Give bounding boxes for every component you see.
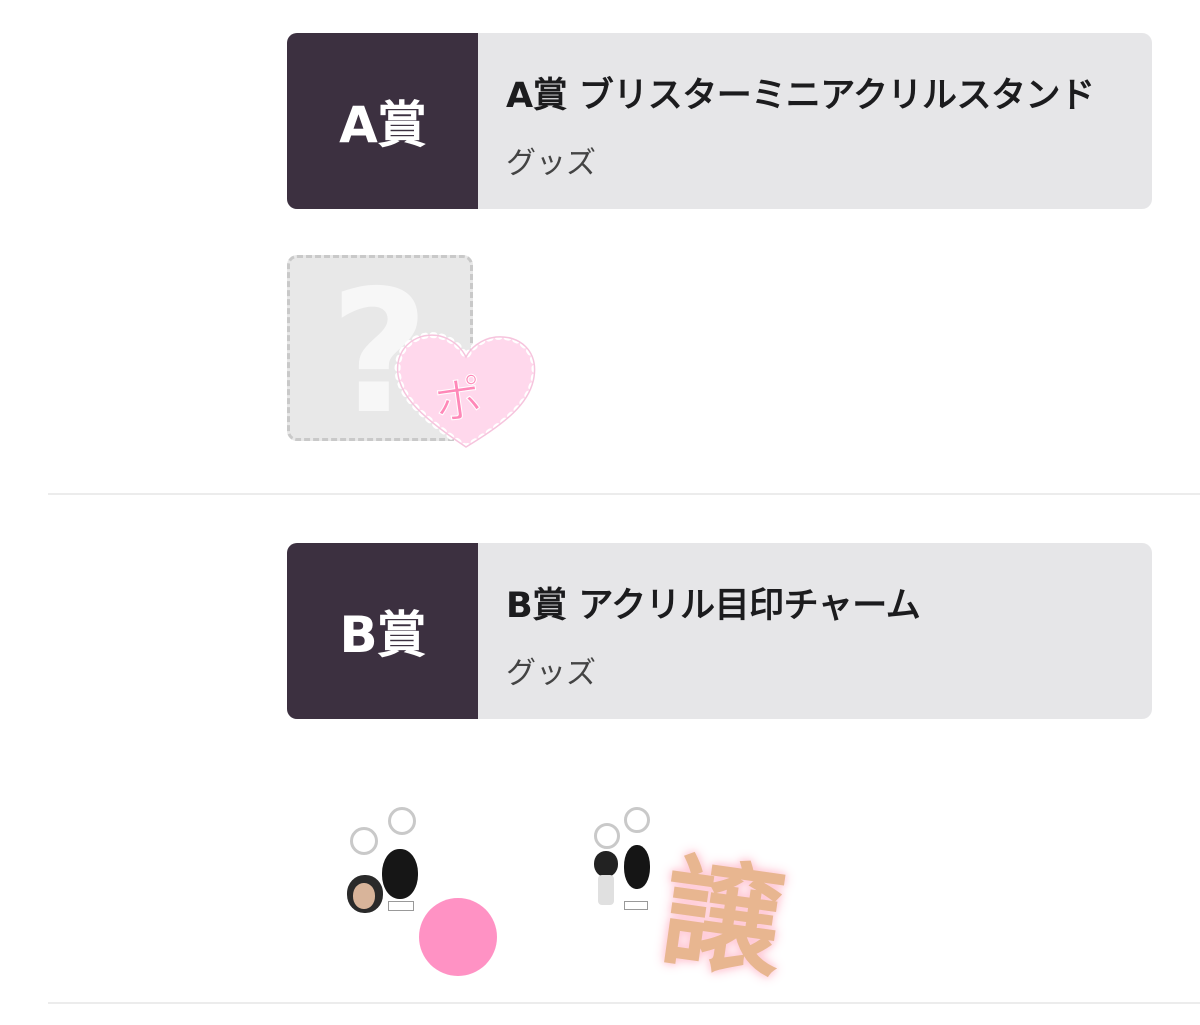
divider: [48, 493, 1200, 495]
heart-sticker-label: ポ: [431, 369, 487, 433]
sale-stamp: 譲: [652, 842, 792, 997]
prize-info-a: A賞 ブリスターミニアクリルスタンド グッズ: [478, 33, 1152, 209]
pink-dot-marker: [419, 898, 497, 976]
prize-badge-b: B賞: [287, 543, 478, 719]
prize-title-a: A賞 ブリスターミニアクリルスタンド: [506, 76, 1095, 116]
product-image-keychain-photo[interactable]: [340, 805, 440, 925]
prize-category-b: グッズ: [506, 656, 596, 691]
prize-badge-a: A賞: [287, 33, 478, 209]
heart-sticker: ポ: [388, 323, 544, 455]
prize-title-b: B賞 アクリル目印チャーム: [506, 586, 921, 626]
prize-info-b: B賞 アクリル目印チャーム グッズ: [478, 543, 1152, 719]
prize-card-b[interactable]: B賞 B賞 アクリル目印チャーム グッズ: [287, 543, 1152, 719]
divider: [48, 1002, 1200, 1004]
prize-category-a: グッズ: [506, 146, 596, 181]
prize-card-a[interactable]: A賞 A賞 ブリスターミニアクリルスタンド グッズ: [287, 33, 1152, 209]
